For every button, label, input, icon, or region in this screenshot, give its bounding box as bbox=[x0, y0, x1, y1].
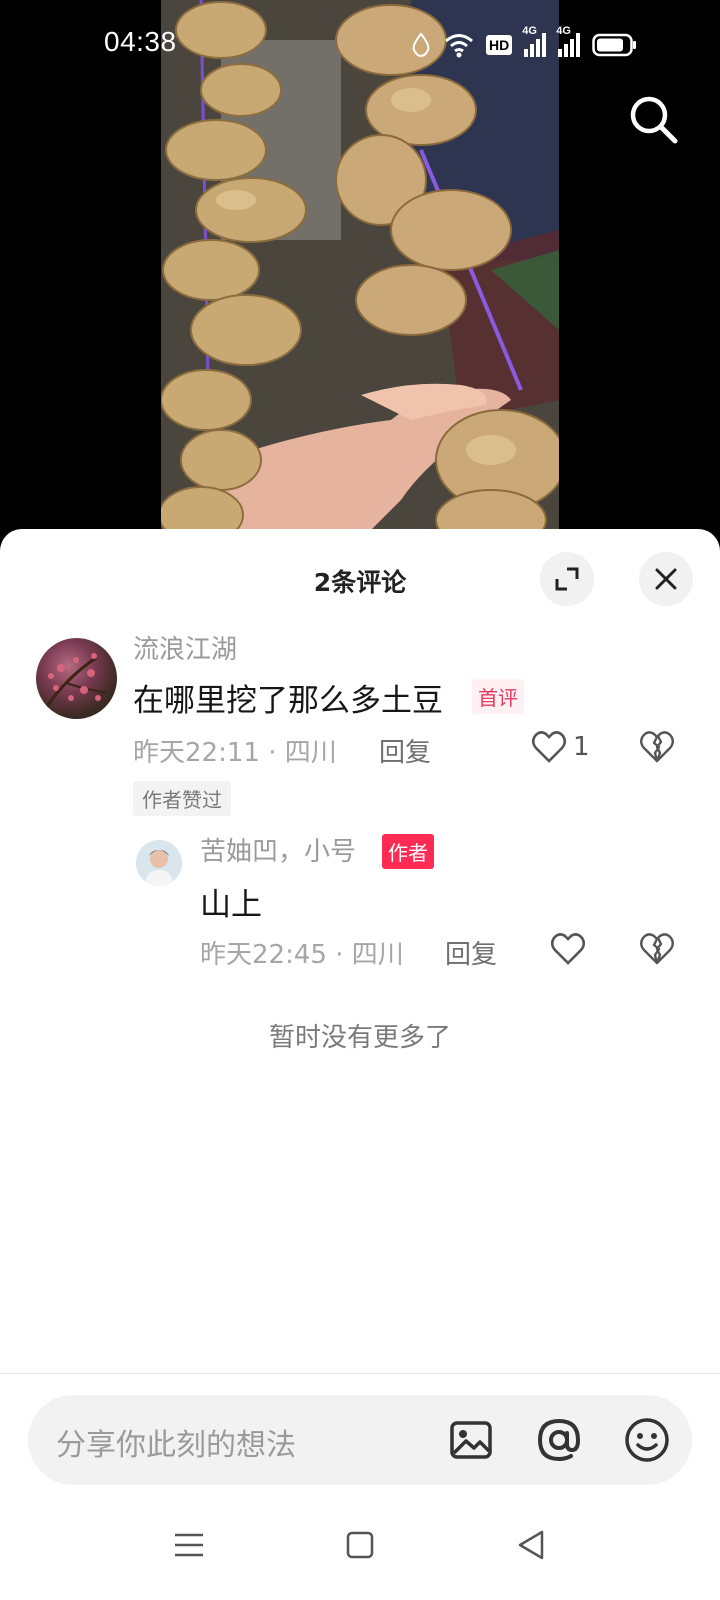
reply-button[interactable]: 回复 bbox=[379, 732, 431, 769]
comment-input-placeholder[interactable]: 分享你此刻的想法 bbox=[56, 1420, 296, 1464]
comment-text: 在哪里挖了那么多土豆 bbox=[133, 683, 443, 719]
avatar[interactable] bbox=[36, 638, 117, 719]
author-liked-tag: 作者赞过 bbox=[133, 781, 231, 816]
back-icon[interactable] bbox=[512, 1525, 552, 1565]
wifi-icon bbox=[445, 34, 473, 58]
signal-4g-icon: 4G bbox=[522, 25, 547, 57]
person-avatar-icon bbox=[136, 840, 182, 886]
image-icon[interactable] bbox=[446, 1415, 496, 1465]
search-icon bbox=[630, 96, 678, 144]
status-bar: 04:38 HD 4G 4G bbox=[0, 0, 720, 90]
close-icon bbox=[655, 568, 677, 590]
no-more-text: 暂时没有更多了 bbox=[268, 1023, 451, 1053]
menu-icon[interactable] bbox=[169, 1525, 209, 1565]
heart-icon[interactable] bbox=[550, 931, 586, 967]
search-button[interactable] bbox=[626, 92, 682, 148]
expand-icon bbox=[555, 567, 579, 591]
status-time: 04:38 bbox=[104, 26, 177, 57]
expand-button[interactable] bbox=[540, 552, 594, 606]
status-icons: HD 4G 4G bbox=[410, 25, 638, 62]
emoji-icon[interactable] bbox=[622, 1415, 672, 1465]
reply-avatar[interactable] bbox=[136, 840, 182, 886]
reply-text: 山上 bbox=[200, 887, 262, 923]
broken-heart-icon[interactable] bbox=[639, 729, 675, 765]
first-comment-badge: 首评 bbox=[472, 679, 524, 714]
close-button[interactable] bbox=[639, 552, 693, 606]
signal-4g-icon-2: 4G bbox=[556, 25, 581, 57]
reply-username[interactable]: 苦妯凹，小号 bbox=[200, 831, 356, 868]
system-nav-bar bbox=[0, 1489, 720, 1600]
home-icon[interactable] bbox=[340, 1525, 380, 1565]
at-mention-icon[interactable] bbox=[534, 1415, 584, 1465]
heart-icon[interactable] bbox=[531, 729, 567, 765]
author-badge: 作者 bbox=[382, 834, 434, 869]
reply-button[interactable]: 回复 bbox=[445, 934, 497, 971]
drop-icon bbox=[412, 32, 430, 58]
comment-meta: 昨天22:11 · 四川 bbox=[133, 738, 337, 768]
reply-meta: 昨天22:45 · 四川 bbox=[200, 940, 404, 970]
hd-icon: HD bbox=[486, 35, 513, 55]
plum-blossom-avatar-icon bbox=[44, 653, 107, 709]
divider bbox=[0, 1373, 720, 1374]
broken-heart-icon[interactable] bbox=[639, 931, 675, 967]
comment-count-title: 2条评论 bbox=[313, 568, 407, 597]
battery-icon bbox=[592, 33, 637, 57]
comment-username[interactable]: 流浪江湖 bbox=[133, 629, 237, 666]
like-count: 1 bbox=[573, 732, 590, 762]
comment-sheet: 2条评论 流浪江湖 在哪里挖了那么多土豆 首评 昨天22:11 · 四川 回复 … bbox=[0, 529, 720, 1600]
comment-input[interactable]: 分享你此刻的想法 bbox=[28, 1395, 692, 1485]
